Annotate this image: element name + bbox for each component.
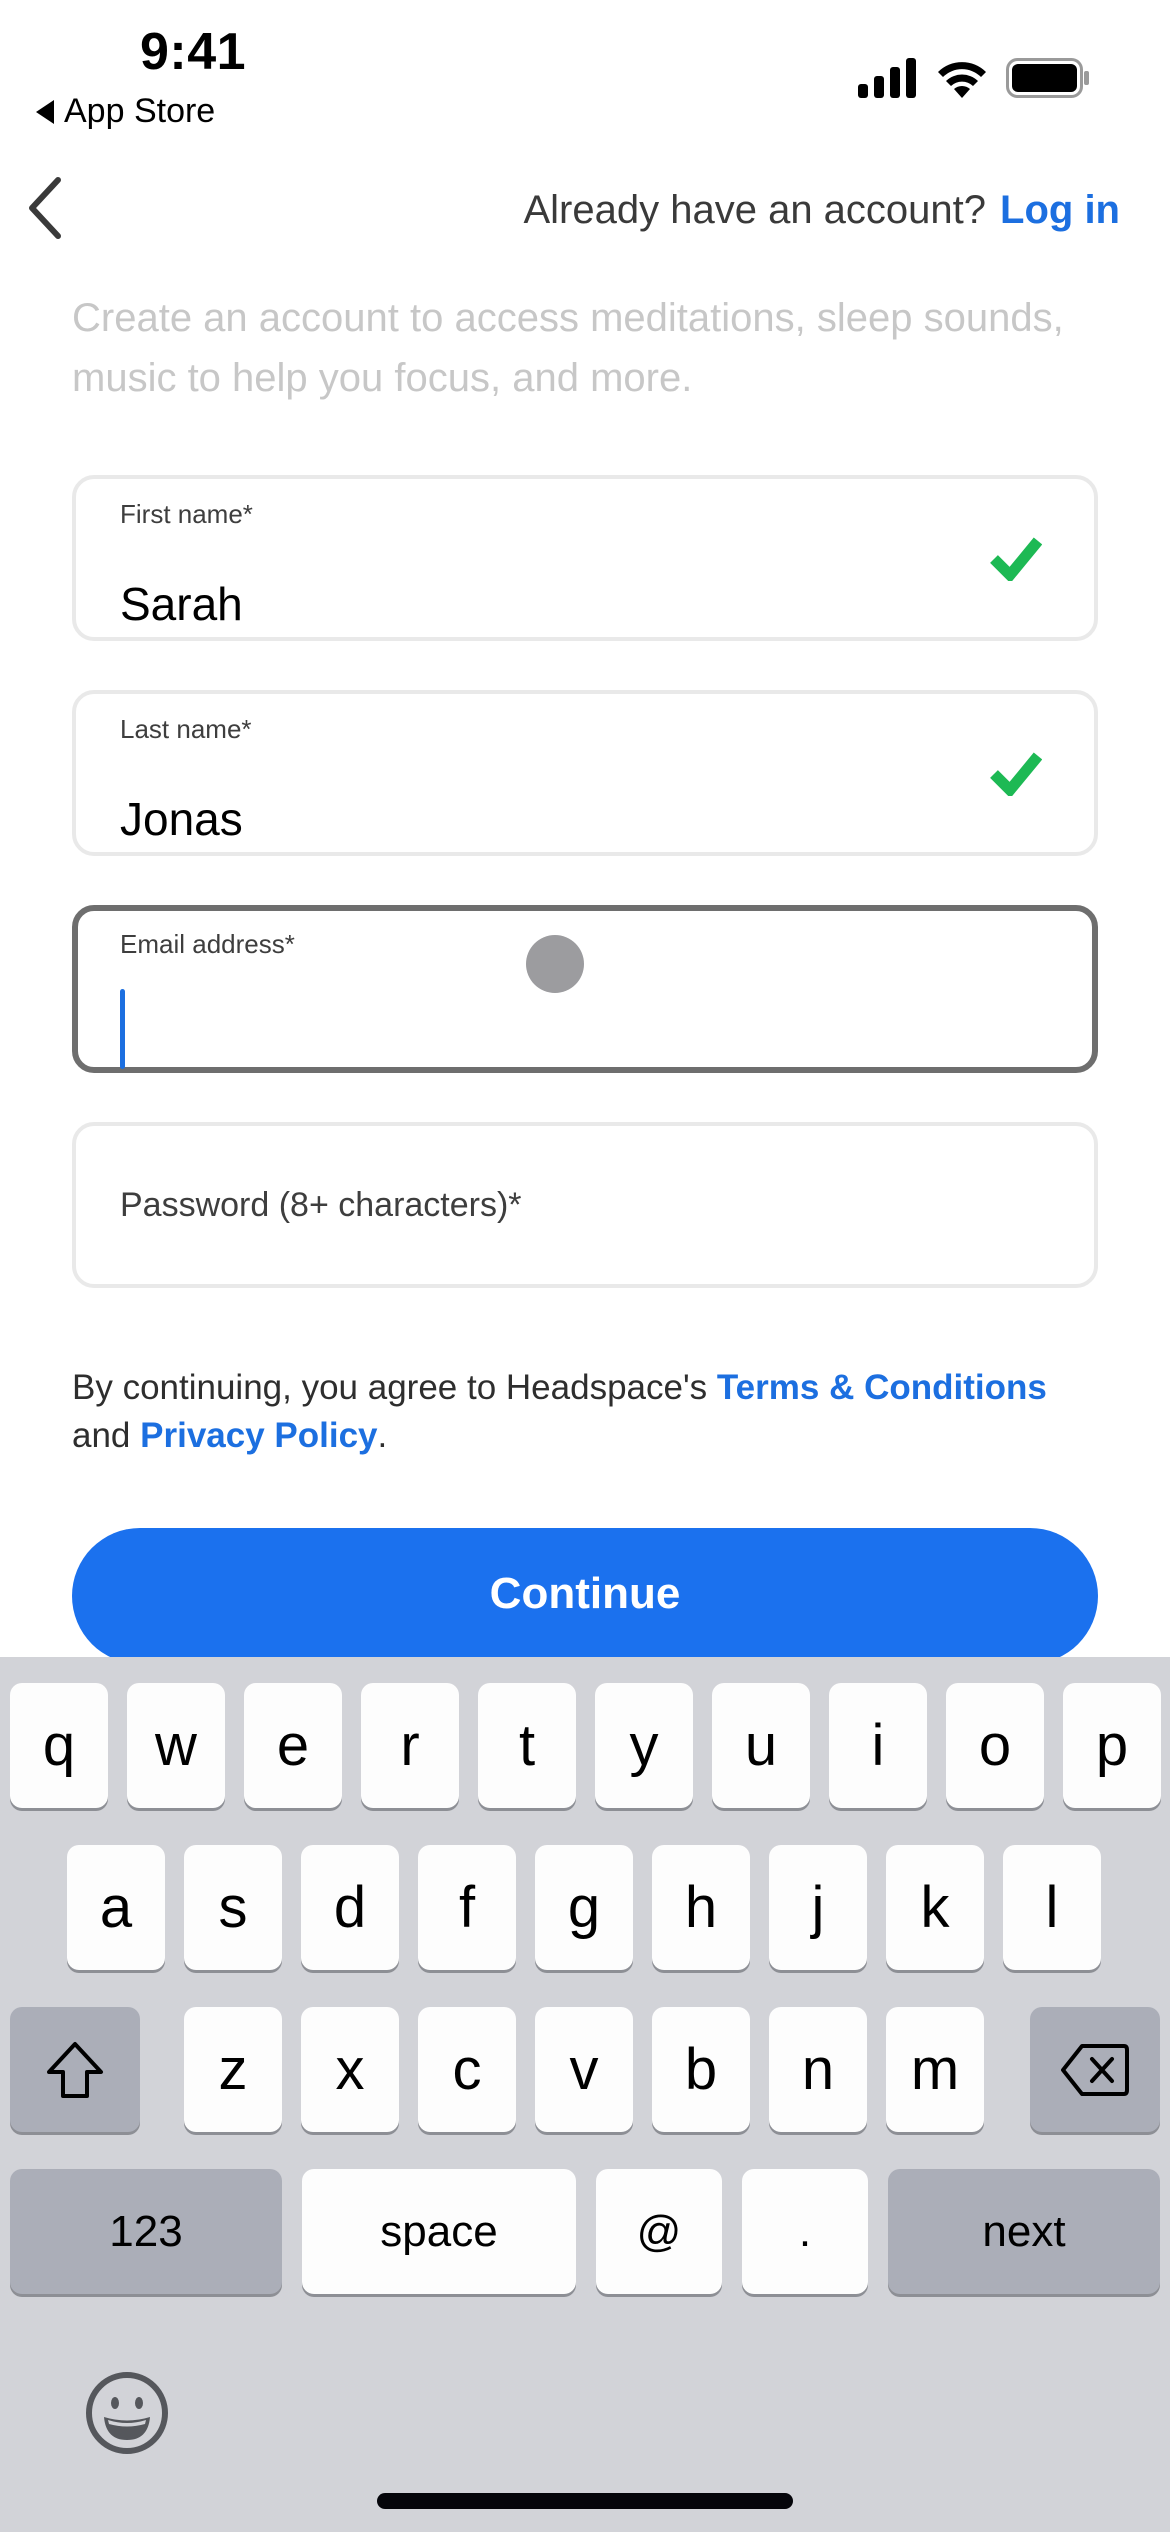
- emoji-smiley-icon: [86, 2372, 168, 2454]
- key-i[interactable]: i: [829, 1683, 927, 1808]
- wifi-icon: [938, 62, 986, 98]
- shift-arrow-icon: [47, 2041, 103, 2098]
- delete-key[interactable]: [1030, 2007, 1160, 2132]
- last-name-label: Last name*: [120, 714, 252, 744]
- email-label: Email address*: [120, 929, 295, 959]
- subtitle: Create an account to access meditations,…: [72, 296, 1064, 400]
- key-s[interactable]: s: [184, 1845, 282, 1970]
- back-app-label: App Store: [64, 92, 216, 130]
- terms-conditions-link[interactable]: Terms & Conditions: [717, 1368, 1047, 1407]
- keyboard: qwertyuiop asdfghjkl zxcvbnm 123 space @…: [0, 1657, 1170, 2532]
- terms-text: By continuing, you agree to Headspace's …: [72, 1364, 1112, 1460]
- key-e[interactable]: e: [244, 1683, 342, 1808]
- terms-and: and: [72, 1416, 131, 1455]
- back-button[interactable]: [22, 172, 72, 242]
- key-g[interactable]: g: [535, 1845, 633, 1970]
- key-m[interactable]: m: [886, 2007, 984, 2132]
- key-v[interactable]: v: [535, 2007, 633, 2132]
- key-k[interactable]: k: [886, 1845, 984, 1970]
- key-j[interactable]: j: [769, 1845, 867, 1970]
- login-link[interactable]: Log in: [1000, 188, 1120, 232]
- last-name-value: Jonas: [120, 793, 243, 845]
- key-r[interactable]: r: [361, 1683, 459, 1808]
- key-a[interactable]: a: [67, 1845, 165, 1970]
- status-icons: [858, 58, 1090, 98]
- password-field[interactable]: Password (8+ characters)*: [72, 1122, 1098, 1288]
- key-c[interactable]: c: [418, 2007, 516, 2132]
- battery-icon: [1006, 58, 1089, 98]
- key-o[interactable]: o: [946, 1683, 1044, 1808]
- shift-key[interactable]: [10, 2007, 140, 2132]
- first-name-label: First name*: [120, 499, 253, 529]
- password-placeholder: Password (8+ characters)*: [120, 1185, 522, 1224]
- emoji-key[interactable]: [84, 2370, 170, 2456]
- checkmark-icon: [990, 537, 1042, 581]
- key-t[interactable]: t: [478, 1683, 576, 1808]
- key-u[interactable]: u: [712, 1683, 810, 1808]
- last-name-field[interactable]: Last name* Jonas: [72, 690, 1098, 856]
- back-to-app-store[interactable]: App Store: [36, 92, 215, 131]
- key-p[interactable]: p: [1063, 1683, 1161, 1808]
- key-f[interactable]: f: [418, 1845, 516, 1970]
- email-field[interactable]: Email address*: [72, 905, 1098, 1073]
- home-indicator[interactable]: [377, 2493, 793, 2509]
- back-triangle-icon: [36, 99, 54, 124]
- terms-suffix: .: [377, 1416, 388, 1455]
- login-prompt: Already have an account? Log in: [523, 188, 1120, 233]
- continue-button[interactable]: Continue: [72, 1528, 1098, 1664]
- key-b[interactable]: b: [652, 2007, 750, 2132]
- backspace-icon: [1061, 2043, 1129, 2096]
- signal-icon: [858, 58, 916, 98]
- key-h[interactable]: h: [652, 1845, 750, 1970]
- key-z[interactable]: z: [184, 2007, 282, 2132]
- terms-prefix: By continuing, you agree to Headspace's: [72, 1368, 708, 1407]
- dot-key[interactable]: .: [742, 2169, 868, 2294]
- key-y[interactable]: y: [595, 1683, 693, 1808]
- key-q[interactable]: q: [10, 1683, 108, 1808]
- at-key[interactable]: @: [596, 2169, 722, 2294]
- key-w[interactable]: w: [127, 1683, 225, 1808]
- first-name-field[interactable]: First name* Sarah: [72, 475, 1098, 641]
- key-l[interactable]: l: [1003, 1845, 1101, 1970]
- first-name-value: Sarah: [120, 578, 243, 630]
- next-key[interactable]: next: [888, 2169, 1160, 2294]
- touch-indicator: [526, 935, 584, 993]
- login-prompt-text: Already have an account?: [523, 188, 987, 232]
- privacy-policy-link[interactable]: Privacy Policy: [140, 1416, 377, 1455]
- key-x[interactable]: x: [301, 2007, 399, 2132]
- chevron-left-icon: [29, 177, 61, 239]
- key-n[interactable]: n: [769, 2007, 867, 2132]
- key-d[interactable]: d: [301, 1845, 399, 1970]
- space-key[interactable]: space: [302, 2169, 576, 2294]
- numbers-key[interactable]: 123: [10, 2169, 282, 2294]
- checkmark-icon: [990, 752, 1042, 796]
- status-time: 9:41: [140, 23, 247, 81]
- text-caret: [120, 989, 125, 1069]
